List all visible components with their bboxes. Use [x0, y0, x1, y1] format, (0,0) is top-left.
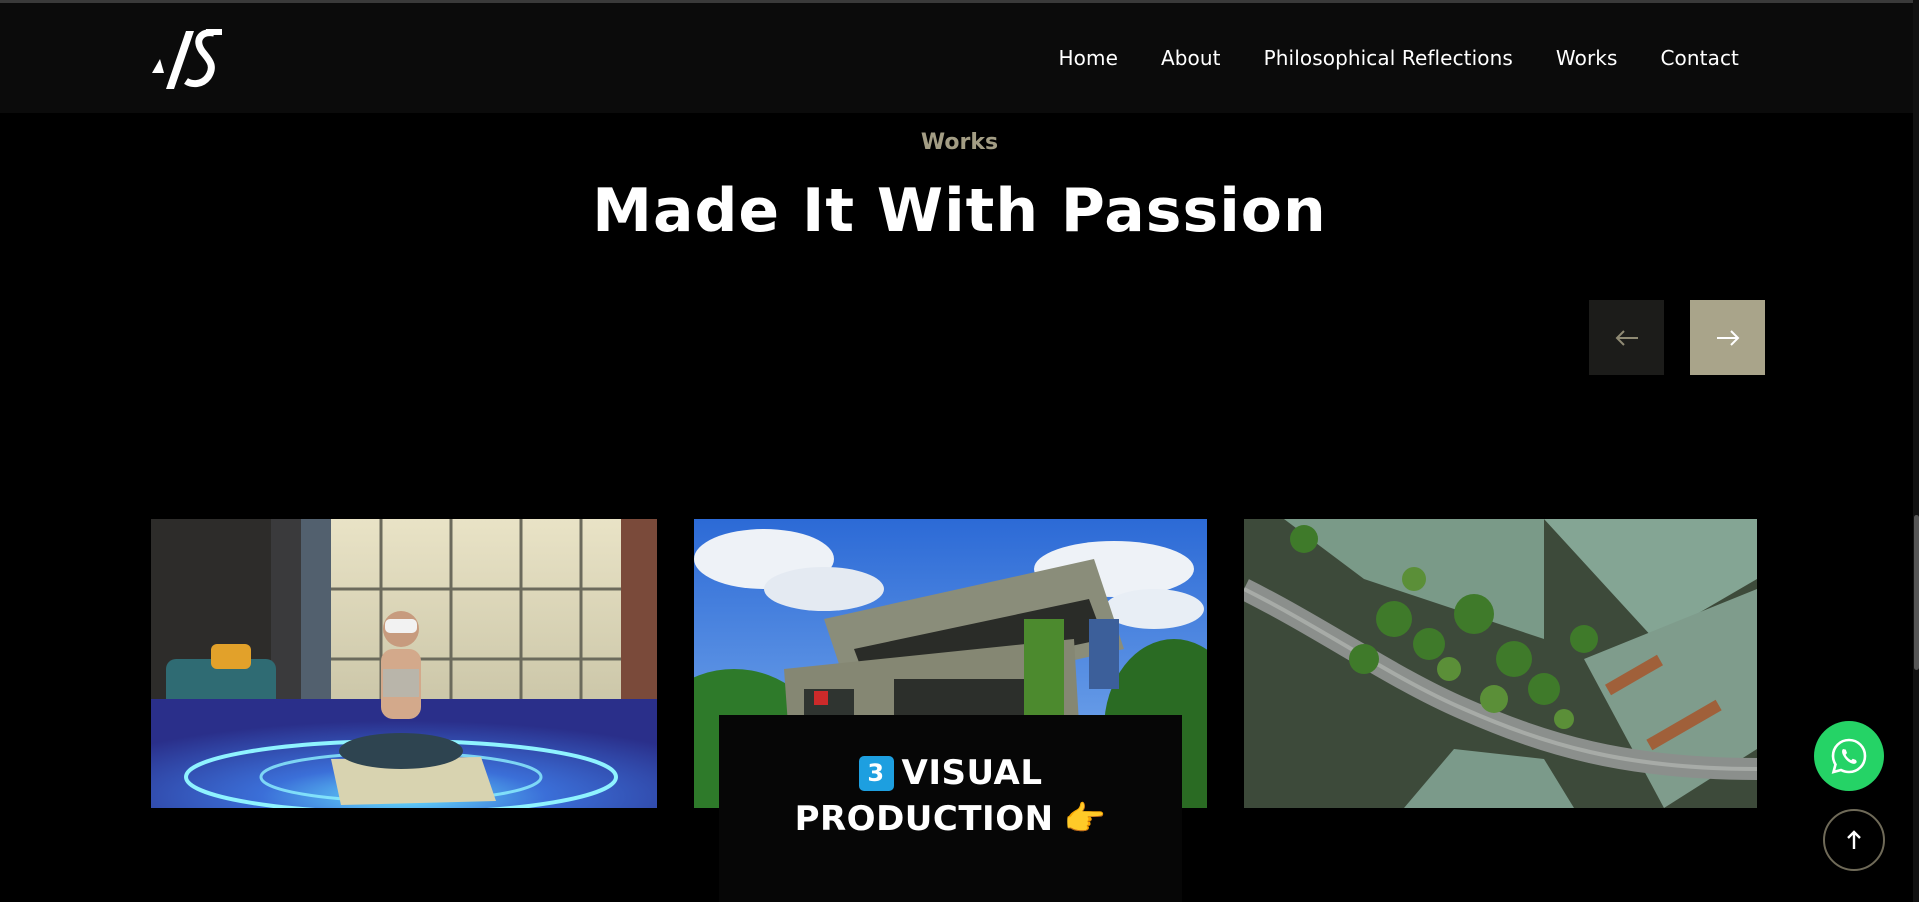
whatsapp-icon	[1831, 738, 1867, 774]
site-header: Home About Philosophical Reflections Wor…	[0, 3, 1919, 113]
pointing-hand-icon: 👉	[1063, 799, 1107, 839]
logo[interactable]	[150, 25, 228, 95]
slider-next-button[interactable]	[1690, 300, 1765, 375]
nav-philosophical-reflections[interactable]: Philosophical Reflections	[1264, 46, 1513, 70]
overlay-line2: PRODUCTION	[794, 799, 1054, 839]
arrow-left-icon	[1615, 329, 1638, 346]
work-card-vr-meditation[interactable]	[151, 519, 657, 808]
arrow-right-icon	[1716, 329, 1739, 346]
nav-about[interactable]: About	[1161, 46, 1221, 70]
work-card-aerial-landscape[interactable]	[1244, 519, 1757, 808]
overlay-line1: VISUAL	[901, 753, 1043, 793]
category-overlay-title[interactable]: 3 VISUAL PRODUCTION 👉	[719, 750, 1182, 842]
nav-contact[interactable]: Contact	[1660, 46, 1739, 70]
section-headline: Made It With Passion	[592, 176, 1327, 246]
slider-prev-button[interactable]	[1589, 300, 1664, 375]
page-scrollbar-thumb[interactable]	[1914, 515, 1919, 670]
page-scrollbar-track[interactable]	[1913, 0, 1919, 902]
arrow-up-icon	[1847, 830, 1861, 849]
section-eyebrow: Works	[920, 130, 999, 155]
main-nav: Home About Philosophical Reflections Wor…	[1059, 3, 1739, 113]
whatsapp-button[interactable]	[1814, 721, 1884, 791]
number-badge: 3	[858, 756, 894, 791]
nav-works[interactable]: Works	[1556, 46, 1618, 70]
back-to-top-button[interactable]	[1823, 809, 1885, 871]
nav-home[interactable]: Home	[1059, 46, 1118, 70]
